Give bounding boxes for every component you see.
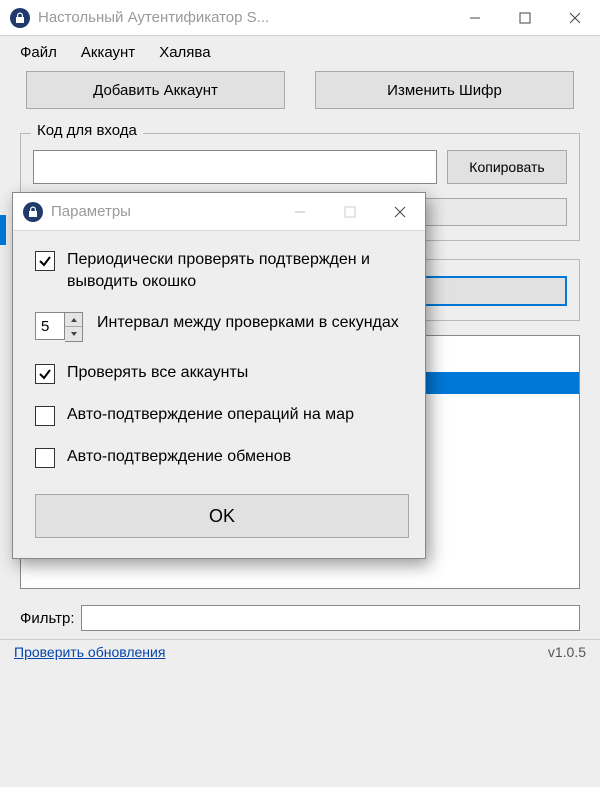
maximize-icon bbox=[344, 206, 356, 218]
settings-titlebar: Параметры bbox=[13, 193, 425, 231]
minimize-icon bbox=[469, 12, 481, 24]
left-accent-sliver bbox=[0, 215, 6, 245]
maximize-icon bbox=[519, 12, 531, 24]
copy-button[interactable]: Копировать bbox=[447, 150, 567, 184]
close-icon bbox=[569, 12, 581, 24]
login-code-label: Код для входа bbox=[31, 122, 143, 139]
chevron-down-icon bbox=[70, 331, 78, 337]
main-window-title: Настольный Аутентификатор S... bbox=[38, 9, 450, 26]
auto-market-label: Авто-подтверждение операций на мар bbox=[67, 404, 354, 426]
interval-down-button[interactable] bbox=[65, 327, 82, 341]
settings-close-button[interactable] bbox=[375, 193, 425, 230]
filter-row: Фильтр: bbox=[0, 597, 600, 639]
checkmark-icon bbox=[38, 254, 52, 268]
ok-button[interactable]: OK bbox=[35, 494, 409, 538]
settings-dialog: Параметры Периодически проверять подтвер… bbox=[12, 192, 426, 559]
filter-input[interactable] bbox=[81, 605, 580, 631]
periodic-check-label: Периодически проверять подтвержден и выв… bbox=[67, 249, 409, 292]
chevron-up-icon bbox=[70, 317, 78, 323]
interval-label: Интервал между проверками в секундах bbox=[97, 312, 399, 334]
close-icon bbox=[394, 206, 406, 218]
login-code-textbox[interactable] bbox=[33, 150, 437, 184]
add-account-button[interactable]: Добавить Аккаунт bbox=[26, 71, 285, 109]
menu-file[interactable]: Файл bbox=[20, 44, 57, 61]
menu-account[interactable]: Аккаунт bbox=[81, 44, 135, 61]
auto-market-checkbox[interactable] bbox=[35, 406, 55, 426]
filter-label: Фильтр: bbox=[20, 610, 75, 627]
settings-body: Периодически проверять подтвержден и выв… bbox=[13, 231, 425, 558]
settings-minimize-button[interactable] bbox=[275, 193, 325, 230]
interval-up-button[interactable] bbox=[65, 313, 82, 327]
interval-spinner[interactable]: 5 bbox=[35, 312, 83, 342]
settings-maximize-button bbox=[325, 193, 375, 230]
lock-icon bbox=[28, 206, 38, 218]
footer: Проверить обновления v1.0.5 bbox=[0, 639, 600, 666]
check-all-label: Проверять все аккаунты bbox=[67, 362, 248, 384]
settings-app-icon bbox=[23, 202, 43, 222]
menu-donate[interactable]: Халява bbox=[159, 44, 210, 61]
maximize-button[interactable] bbox=[500, 0, 550, 35]
app-icon bbox=[10, 8, 30, 28]
menubar: Файл Аккаунт Халява bbox=[0, 36, 600, 71]
minimize-icon bbox=[294, 206, 306, 218]
settings-title: Параметры bbox=[51, 203, 275, 220]
minimize-button[interactable] bbox=[450, 0, 500, 35]
lock-icon bbox=[15, 12, 25, 24]
change-passkey-button[interactable]: Изменить Шифр bbox=[315, 71, 574, 109]
check-all-checkbox[interactable] bbox=[35, 364, 55, 384]
main-titlebar: Настольный Аутентификатор S... bbox=[0, 0, 600, 36]
auto-trades-label: Авто-подтверждение обменов bbox=[67, 446, 291, 468]
checkmark-icon bbox=[38, 367, 52, 381]
window-controls bbox=[450, 0, 600, 35]
toolbar: Добавить Аккаунт Изменить Шифр bbox=[0, 71, 600, 123]
periodic-check-checkbox[interactable] bbox=[35, 251, 55, 271]
version-label: v1.0.5 bbox=[548, 644, 586, 660]
auto-trades-checkbox[interactable] bbox=[35, 448, 55, 468]
check-updates-link[interactable]: Проверить обновления bbox=[14, 644, 165, 660]
interval-value[interactable]: 5 bbox=[35, 312, 65, 340]
close-button[interactable] bbox=[550, 0, 600, 35]
